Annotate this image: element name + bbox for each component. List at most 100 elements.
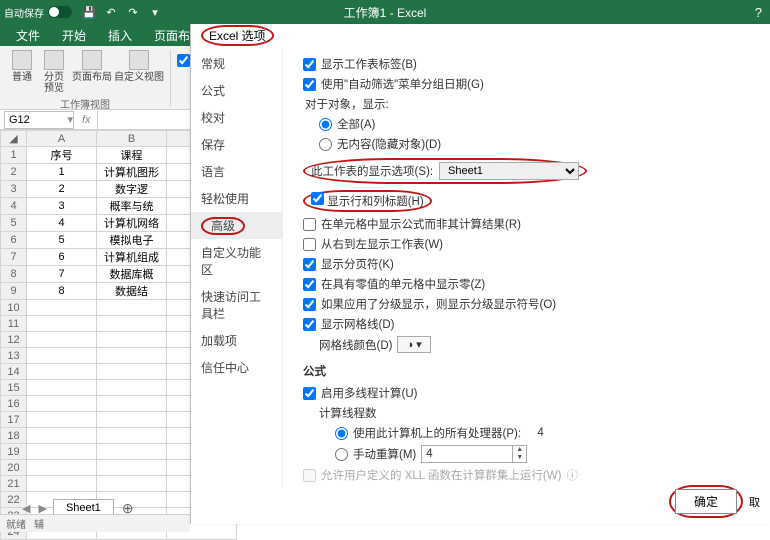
autofilter-date-check[interactable] bbox=[303, 78, 316, 91]
cell[interactable]: 概率与统 bbox=[97, 198, 167, 215]
tab-file[interactable]: 文件 bbox=[6, 23, 50, 48]
undo-icon[interactable]: ↶ bbox=[104, 5, 118, 19]
row-header[interactable]: 2 bbox=[1, 164, 27, 181]
row-header[interactable]: 1 bbox=[1, 147, 27, 164]
view-layout-button[interactable]: 页面布局 bbox=[70, 50, 114, 94]
redo-icon[interactable]: ↷ bbox=[126, 5, 140, 19]
gridlines-check2[interactable] bbox=[303, 318, 316, 331]
ok-button[interactable]: 确定 bbox=[675, 489, 737, 514]
cell[interactable]: 4 bbox=[27, 215, 97, 232]
pagebreaks-check[interactable] bbox=[303, 258, 316, 271]
status-accessibility: 辅 bbox=[34, 516, 44, 531]
cat-trust[interactable]: 信任中心 bbox=[191, 354, 282, 381]
cancel-button-partial[interactable]: 取 bbox=[749, 494, 760, 510]
tab-insert[interactable]: 插入 bbox=[98, 23, 142, 48]
row-header[interactable]: 21 bbox=[1, 476, 27, 492]
obj-none-label: 无内容(隐藏对象)(D) bbox=[337, 136, 441, 152]
cell[interactable]: 数字逻 bbox=[97, 181, 167, 198]
cell[interactable]: 8 bbox=[27, 283, 97, 300]
outline-check[interactable] bbox=[303, 298, 316, 311]
cell[interactable]: 7 bbox=[27, 266, 97, 283]
row-header[interactable]: 12 bbox=[1, 332, 27, 348]
cat-save[interactable]: 保存 bbox=[191, 131, 282, 158]
sheet-options-highlight: 此工作表的显示选项(S): Sheet1 bbox=[303, 158, 587, 184]
col-header[interactable]: B bbox=[97, 131, 167, 147]
obj-all-radio[interactable] bbox=[319, 118, 332, 131]
cat-qat[interactable]: 快速访问工具栏 bbox=[191, 283, 282, 327]
gridcolor-picker[interactable]: ◑ ▾ bbox=[397, 336, 430, 353]
row-header[interactable]: 13 bbox=[1, 348, 27, 364]
show-formulas-check[interactable] bbox=[303, 218, 316, 231]
row-header[interactable]: 15 bbox=[1, 380, 27, 396]
row-header[interactable]: 20 bbox=[1, 460, 27, 476]
row-header[interactable]: 10 bbox=[1, 300, 27, 316]
row-header[interactable]: 17 bbox=[1, 412, 27, 428]
cell[interactable]: 2 bbox=[27, 181, 97, 198]
cell[interactable]: 6 bbox=[27, 249, 97, 266]
manual-label: 手动重算(M) bbox=[353, 446, 416, 462]
cat-ease[interactable]: 轻松使用 bbox=[191, 185, 282, 212]
cell[interactable]: 课程 bbox=[97, 147, 167, 164]
row-header[interactable]: 7 bbox=[1, 249, 27, 266]
row-header[interactable]: 3 bbox=[1, 181, 27, 198]
cell[interactable]: 数据结 bbox=[97, 283, 167, 300]
cat-proofing[interactable]: 校对 bbox=[191, 104, 282, 131]
col-header[interactable]: A bbox=[27, 131, 97, 147]
row-header[interactable]: 6 bbox=[1, 232, 27, 249]
row-header[interactable]: 18 bbox=[1, 428, 27, 444]
cell[interactable]: 计算机图形 bbox=[97, 164, 167, 181]
view-custom-button[interactable]: 自定义视图 bbox=[114, 50, 164, 94]
sheet-select[interactable]: Sheet1 bbox=[439, 162, 579, 180]
zero-check[interactable] bbox=[303, 278, 316, 291]
fx-icon[interactable]: fx bbox=[82, 114, 91, 126]
threads-label: 计算线程数 bbox=[319, 405, 377, 421]
row-col-headers-check[interactable] bbox=[311, 192, 324, 205]
cell[interactable]: 1 bbox=[27, 164, 97, 181]
cell[interactable]: 5 bbox=[27, 232, 97, 249]
cat-customize-ribbon[interactable]: 自定义功能区 bbox=[191, 239, 282, 283]
manual-radio[interactable] bbox=[335, 448, 348, 461]
dialog-title: Excel 选项 bbox=[191, 24, 770, 46]
cell[interactable]: 数据库概 bbox=[97, 266, 167, 283]
autosave-label: 自动保存 bbox=[4, 5, 44, 20]
all-proc-radio[interactable] bbox=[335, 427, 348, 440]
cat-addins[interactable]: 加载项 bbox=[191, 327, 282, 354]
cell[interactable]: 计算机网络 bbox=[97, 215, 167, 232]
obj-none-radio[interactable] bbox=[319, 138, 332, 151]
cat-language[interactable]: 语言 bbox=[191, 158, 282, 185]
row-header[interactable]: 16 bbox=[1, 396, 27, 412]
gridlines-checkbox[interactable] bbox=[177, 54, 190, 67]
help-icon[interactable]: ? bbox=[755, 5, 762, 20]
row-header[interactable]: 5 bbox=[1, 215, 27, 232]
cat-formulas[interactable]: 公式 bbox=[191, 77, 282, 104]
rtl-check[interactable] bbox=[303, 238, 316, 251]
multithread-check[interactable] bbox=[303, 387, 316, 400]
cat-advanced[interactable]: 高级 bbox=[191, 212, 282, 239]
cat-general[interactable]: 常规 bbox=[191, 50, 282, 77]
view-pagebreak-button[interactable]: 分页 预览 bbox=[38, 50, 70, 94]
cell[interactable]: 序号 bbox=[27, 147, 97, 164]
quick-access-toolbar: 💾 ↶ ↷ ▾ bbox=[82, 5, 162, 19]
select-all-corner[interactable]: ◢ bbox=[1, 131, 27, 147]
autosave-toggle[interactable]: 自动保存 bbox=[4, 5, 72, 20]
dropdown-icon[interactable]: ▾ bbox=[67, 113, 73, 126]
save-icon[interactable]: 💾 bbox=[82, 5, 96, 19]
row-header[interactable]: 9 bbox=[1, 283, 27, 300]
row-header[interactable]: 4 bbox=[1, 198, 27, 215]
tab-home[interactable]: 开始 bbox=[52, 23, 96, 48]
row-header[interactable]: 11 bbox=[1, 316, 27, 332]
qat-dropdown-icon[interactable]: ▾ bbox=[148, 5, 162, 19]
view-normal-button[interactable]: 普通 bbox=[6, 50, 38, 94]
cell[interactable]: 计算机组成 bbox=[97, 249, 167, 266]
info-icon[interactable]: ⓘ bbox=[566, 467, 578, 483]
row-header[interactable]: 19 bbox=[1, 444, 27, 460]
manual-spinner[interactable]: 4▲▼ bbox=[421, 445, 527, 463]
status-ready: 就绪 bbox=[6, 516, 26, 531]
cell[interactable]: 模拟电子 bbox=[97, 232, 167, 249]
row-header[interactable]: 14 bbox=[1, 364, 27, 380]
cell[interactable]: 3 bbox=[27, 198, 97, 215]
name-box[interactable]: G12▾ bbox=[4, 111, 74, 129]
row-header[interactable]: 8 bbox=[1, 266, 27, 283]
show-tabs-check[interactable] bbox=[303, 58, 316, 71]
dialog-footer: 确定 取 bbox=[669, 485, 760, 518]
